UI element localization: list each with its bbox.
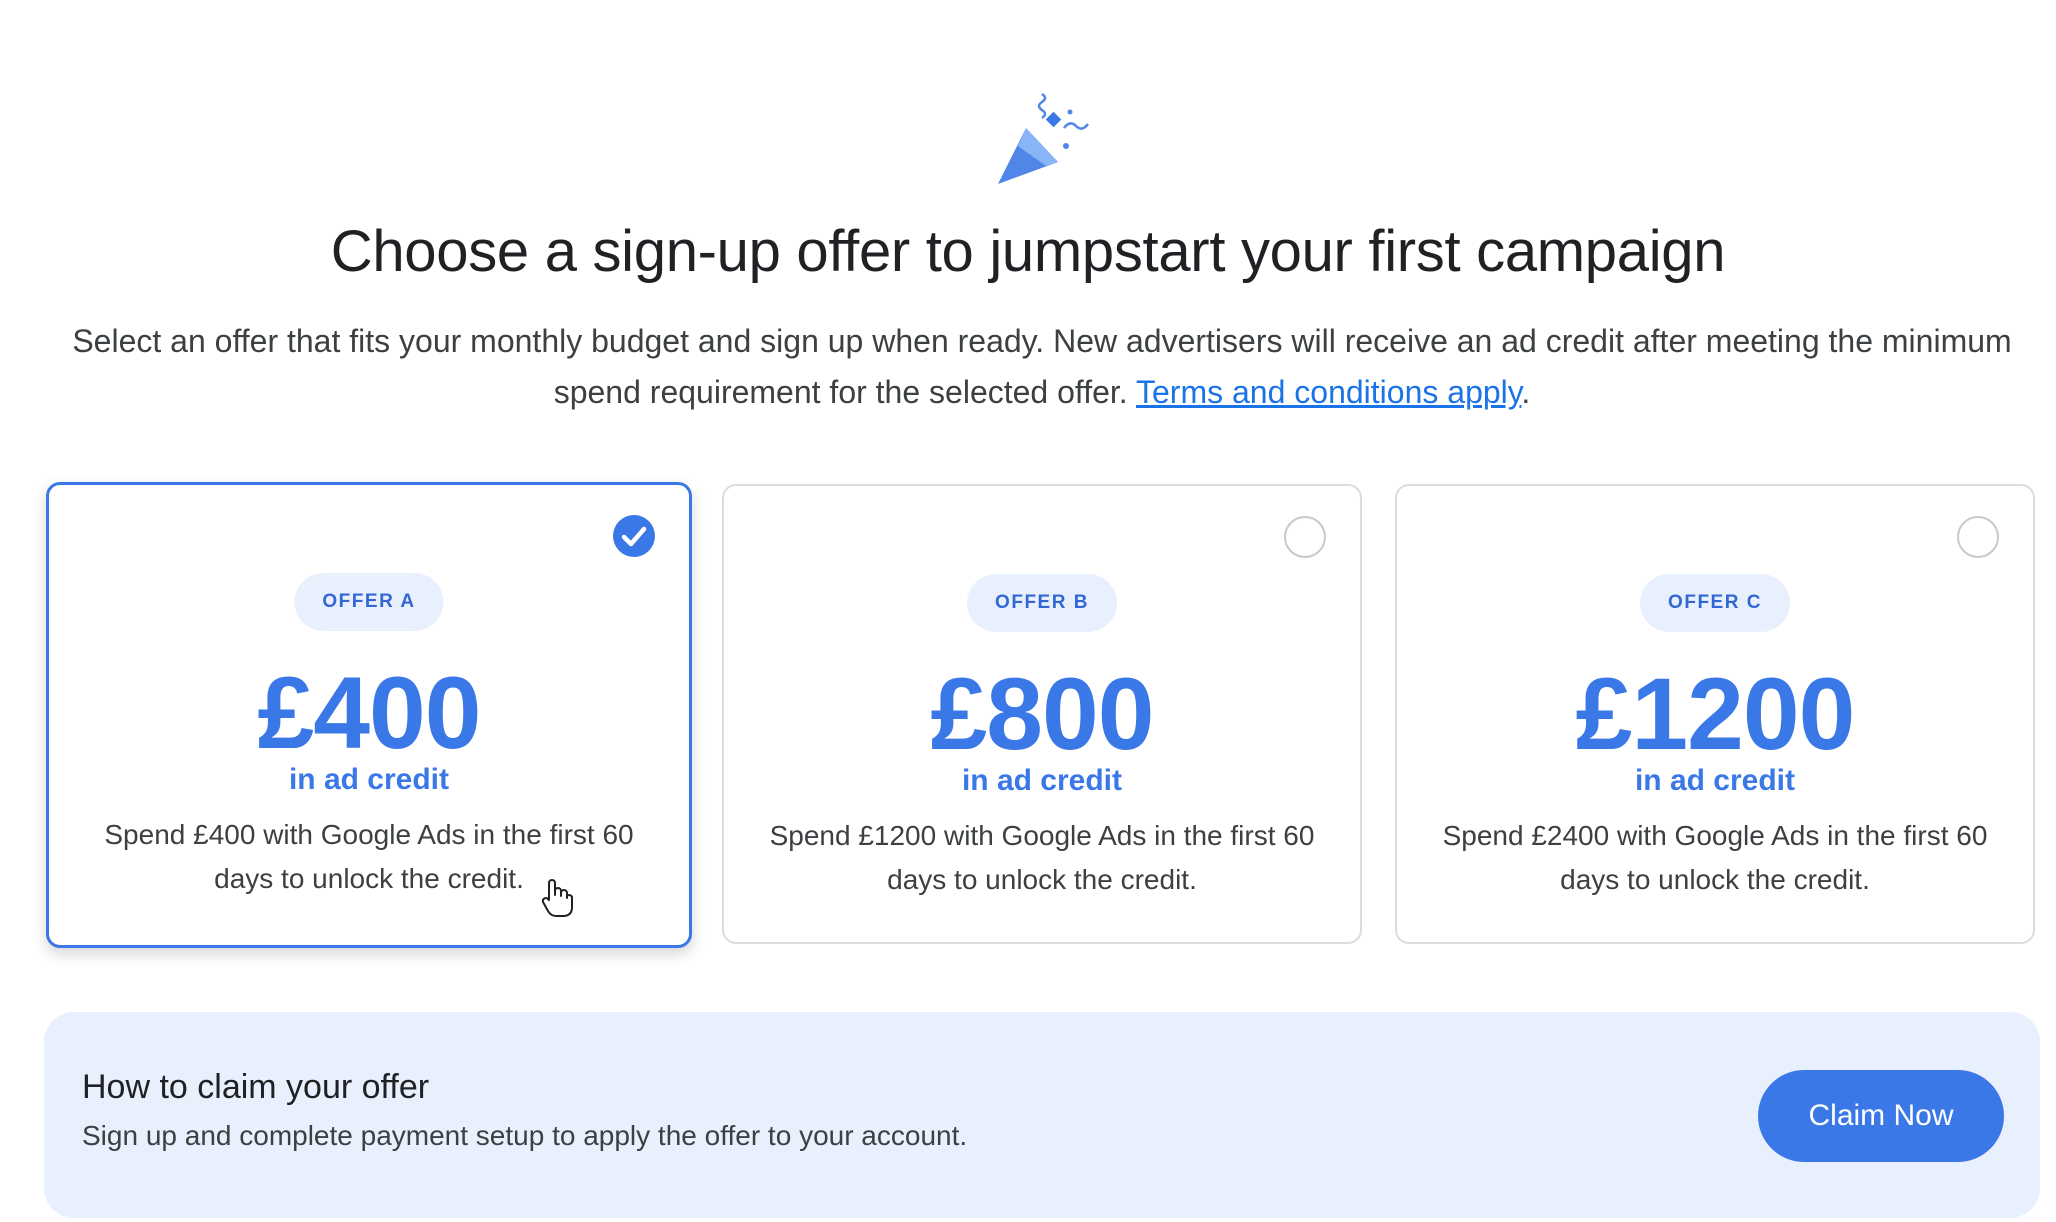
terms-link[interactable]: Terms and conditions apply (1136, 374, 1521, 410)
offer-amount: £800 (930, 657, 1155, 771)
offer-card-a[interactable]: OFFER A £400 in ad credit Spend £400 wit… (46, 482, 692, 948)
claim-panel: How to claim your offer Sign up and comp… (44, 1012, 2040, 1218)
offer-badge: OFFER B (967, 574, 1117, 632)
party-popper-icon (990, 88, 1100, 188)
hand-cursor-icon (540, 878, 574, 918)
offer-amount: £1200 (1575, 657, 1856, 771)
offer-credit-label: in ad credit (288, 763, 450, 796)
page-title: Choose a sign-up offer to jumpstart your… (330, 219, 1726, 284)
checkmark-icon[interactable] (613, 515, 655, 557)
offer-credit-label: in ad credit (961, 764, 1123, 797)
claim-title: How to claim your offer (82, 1068, 430, 1106)
page-subtitle: Select an offer that fits your monthly b… (70, 316, 2014, 418)
claim-description: Sign up and complete payment setup to ap… (82, 1120, 968, 1151)
offer-description: Spend £1200 with Google Ads in the first… (769, 820, 1315, 895)
radio-button[interactable] (1284, 516, 1326, 558)
radio-button[interactable] (1957, 516, 1999, 558)
subtitle-end: . (1521, 374, 1531, 410)
offer-credit-label: in ad credit (1634, 764, 1796, 797)
claim-now-button[interactable]: Claim Now (1758, 1070, 2004, 1162)
offer-card-c[interactable]: OFFER C £1200 in ad credit Spend £2400 w… (1395, 484, 2035, 944)
offer-description: Spend £2400 with Google Ads in the first… (1442, 820, 1988, 895)
offer-badge: OFFER C (1640, 574, 1790, 632)
subtitle-text: Select an offer that fits your monthly b… (72, 323, 2012, 410)
offer-badge: OFFER A (294, 573, 444, 631)
offer-amount: £400 (257, 656, 482, 770)
offer-card-b[interactable]: OFFER B £800 in ad credit Spend £1200 wi… (722, 484, 1362, 944)
